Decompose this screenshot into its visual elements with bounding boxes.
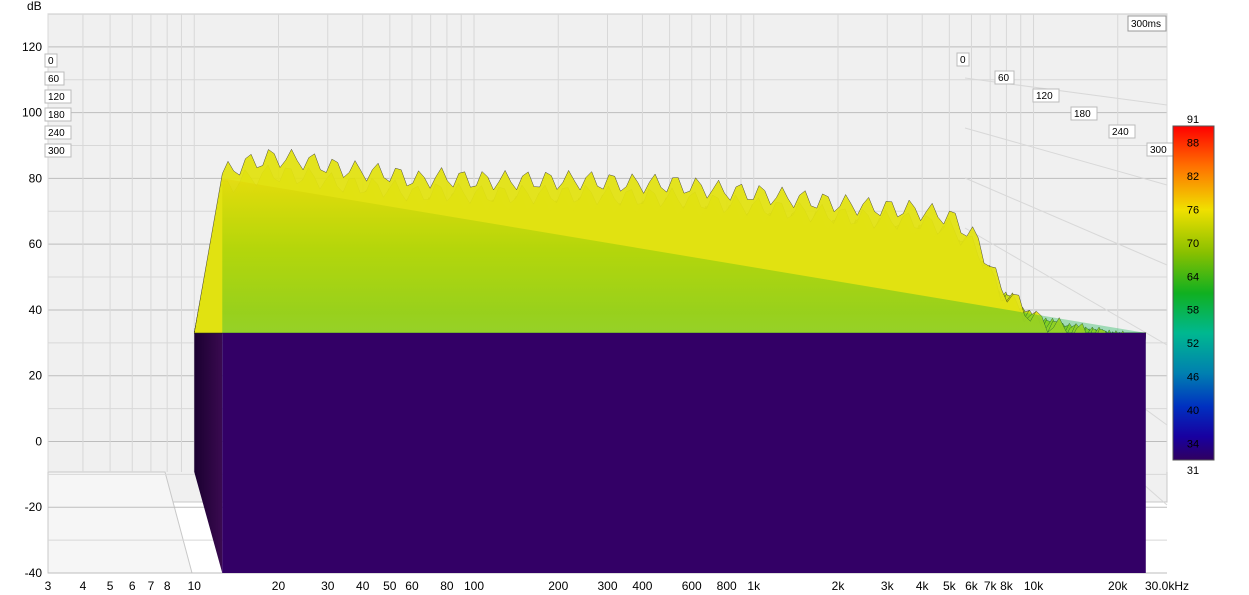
x-tick-label: 6k <box>965 579 979 593</box>
x-tick-label: 10 <box>188 579 202 593</box>
colorbar-tick-label: 91 <box>1187 114 1199 126</box>
x-tick-label: 20k <box>1108 579 1128 593</box>
time-tick-label: 120 <box>48 92 65 103</box>
y-tick-label: -20 <box>25 500 43 514</box>
x-tick-label: 300 <box>597 579 617 593</box>
x-tick-label: 4 <box>80 579 87 593</box>
y-tick-label: 20 <box>29 369 43 383</box>
time-badge: 300ms <box>1127 15 1167 32</box>
x-tick-label: 3 <box>45 579 52 593</box>
colorbar-tick-label: 46 <box>1187 372 1199 384</box>
y-tick-label: 100 <box>22 106 42 120</box>
x-tick-label: 5k <box>943 579 957 593</box>
time-tick-label: 0 <box>960 55 966 66</box>
x-tick-label: 4k <box>916 579 930 593</box>
waterfall-chart: dB 120100806040200-20-40 3 4 5 6 7 8 10 20 30 40 5… <box>22 0 1215 593</box>
x-tick-label: 3k <box>881 579 895 593</box>
y-axis-label: dB <box>27 0 42 13</box>
x-tick-label: 50 <box>383 579 397 593</box>
time-tick-label: 240 <box>48 128 65 139</box>
x-axis-ticks: 3 4 5 6 7 8 10 20 30 40 50 60 80 100 200 300 400 600 800 1k… <box>45 579 1189 593</box>
colorbar-tick-label: 70 <box>1187 238 1199 250</box>
x-tick-label: 30 <box>321 579 335 593</box>
x-tick-label: 1k <box>747 579 761 593</box>
x-tick-label: 20 <box>272 579 286 593</box>
colorbar-tick-label: 34 <box>1187 438 1199 450</box>
colorbar-tick-label: 82 <box>1187 171 1199 183</box>
colorbar-tick-label: 40 <box>1187 405 1199 417</box>
x-tick-label: 80 <box>440 579 454 593</box>
x-tick-label: 800 <box>717 579 737 593</box>
y-tick-label: 0 <box>35 434 42 448</box>
y-tick-label: -40 <box>25 566 43 580</box>
x-tick-label: 400 <box>632 579 652 593</box>
time-tick-label: 300 <box>1150 145 1167 156</box>
x-tick-label: 60 <box>405 579 419 593</box>
x-tick-label: 7 <box>148 579 155 593</box>
time-tick-label: 180 <box>1074 109 1091 120</box>
time-tick-label: 300 <box>48 146 65 157</box>
x-tick-label: 200 <box>548 579 568 593</box>
y-tick-label: 40 <box>29 303 43 317</box>
y-tick-label: 120 <box>22 40 42 54</box>
x-tick-label: 8 <box>164 579 171 593</box>
x-tick-label: 5 <box>107 579 114 593</box>
x-tick-label: 7k <box>984 579 998 593</box>
x-tick-label: 6 <box>129 579 136 593</box>
x-tick-label: 10k <box>1024 579 1044 593</box>
colorbar-tick-label: 88 <box>1187 138 1199 150</box>
surface-side-wall <box>194 332 223 573</box>
time-tick-label: 180 <box>48 110 65 121</box>
time-tick-label: 60 <box>998 73 1010 84</box>
x-tick-label: 2k <box>832 579 846 593</box>
y-tick-label: 60 <box>29 237 43 251</box>
y-tick-label: 80 <box>29 171 43 185</box>
colorbar: 91 88 82 76 70 64 58 52 46 40 34 31 <box>1172 114 1215 477</box>
colorbar-tick-label: 76 <box>1187 205 1199 217</box>
time-tick-label: 120 <box>1036 91 1053 102</box>
x-tick-label: 600 <box>682 579 702 593</box>
colorbar-tick-label: 64 <box>1187 271 1199 283</box>
colorbar-tick-label: 52 <box>1187 338 1199 350</box>
x-tick-label: 40 <box>356 579 370 593</box>
time-tick-label: 0 <box>48 56 54 67</box>
time-badge-label: 300ms <box>1131 19 1161 30</box>
colorbar-tick-label: 31 <box>1187 465 1199 477</box>
noise-floor-panel <box>222 332 1146 573</box>
y-axis-ticks: 120 100 80 60 40 20 0 -20 -40 <box>22 40 42 580</box>
x-tick-label: 100 <box>464 579 484 593</box>
time-tick-label: 240 <box>1112 127 1129 138</box>
x-tick-label: 8k <box>1000 579 1014 593</box>
time-tick-label: 60 <box>48 74 60 85</box>
x-tick-label: 30.0kHz <box>1145 579 1189 593</box>
colorbar-tick-label: 58 <box>1187 305 1199 317</box>
